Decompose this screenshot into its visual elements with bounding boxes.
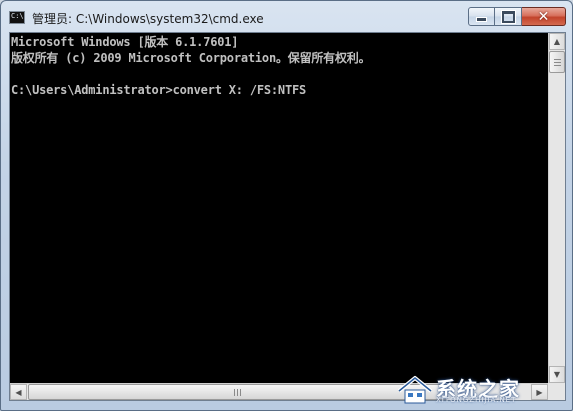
watermark: 系统之家 XITONGZHIJIA.NET (396, 373, 566, 407)
minimize-button[interactable] (468, 7, 495, 26)
cmd-icon[interactable]: C:\ (9, 11, 25, 24)
vertical-scrollbar[interactable]: ▲ ▼ (548, 33, 565, 383)
console-line: Microsoft Windows [版本 6.1.7601] (11, 35, 239, 49)
house-logo-icon (397, 376, 433, 404)
console-output[interactable]: Microsoft Windows [版本 6.1.7601] 版权所有 (c)… (10, 33, 548, 383)
grip-line (240, 389, 241, 396)
grip-line (234, 389, 235, 396)
grip-line (237, 389, 238, 396)
console-client-area: Microsoft Windows [版本 6.1.7601] 版权所有 (c)… (9, 32, 566, 401)
cmd-window: C:\ 管理员: C:\Windows\system32\cmd.exe ✕ M… (0, 0, 573, 411)
close-button[interactable]: ✕ (522, 7, 566, 26)
grip-line (554, 65, 561, 66)
close-icon: ✕ (537, 8, 550, 25)
console-prompt-line: C:\Users\Administrator>convert X: /FS:NT… (11, 83, 307, 97)
vertical-scroll-thumb[interactable] (549, 51, 565, 73)
arrow-up-icon: ▲ (553, 37, 561, 46)
console-line: 版权所有 (c) 2009 Microsoft Corporation。保留所有… (11, 51, 371, 65)
scroll-up-button[interactable]: ▲ (549, 33, 565, 50)
minimize-icon (476, 17, 487, 22)
horizontal-scroll-thumb[interactable] (28, 384, 448, 400)
maximize-button[interactable] (495, 7, 522, 26)
grip-line (554, 62, 561, 63)
window-title: 管理员: C:\Windows\system32\cmd.exe (32, 12, 264, 26)
watermark-subtext: XITONGZHIJIA.NET (436, 396, 517, 404)
maximize-icon (500, 9, 516, 24)
scroll-left-button[interactable]: ◀ (10, 384, 27, 400)
grip-line (554, 59, 561, 60)
title-bar[interactable]: C:\ 管理员: C:\Windows\system32\cmd.exe ✕ (1, 1, 572, 34)
arrow-left-icon: ◀ (15, 387, 22, 397)
